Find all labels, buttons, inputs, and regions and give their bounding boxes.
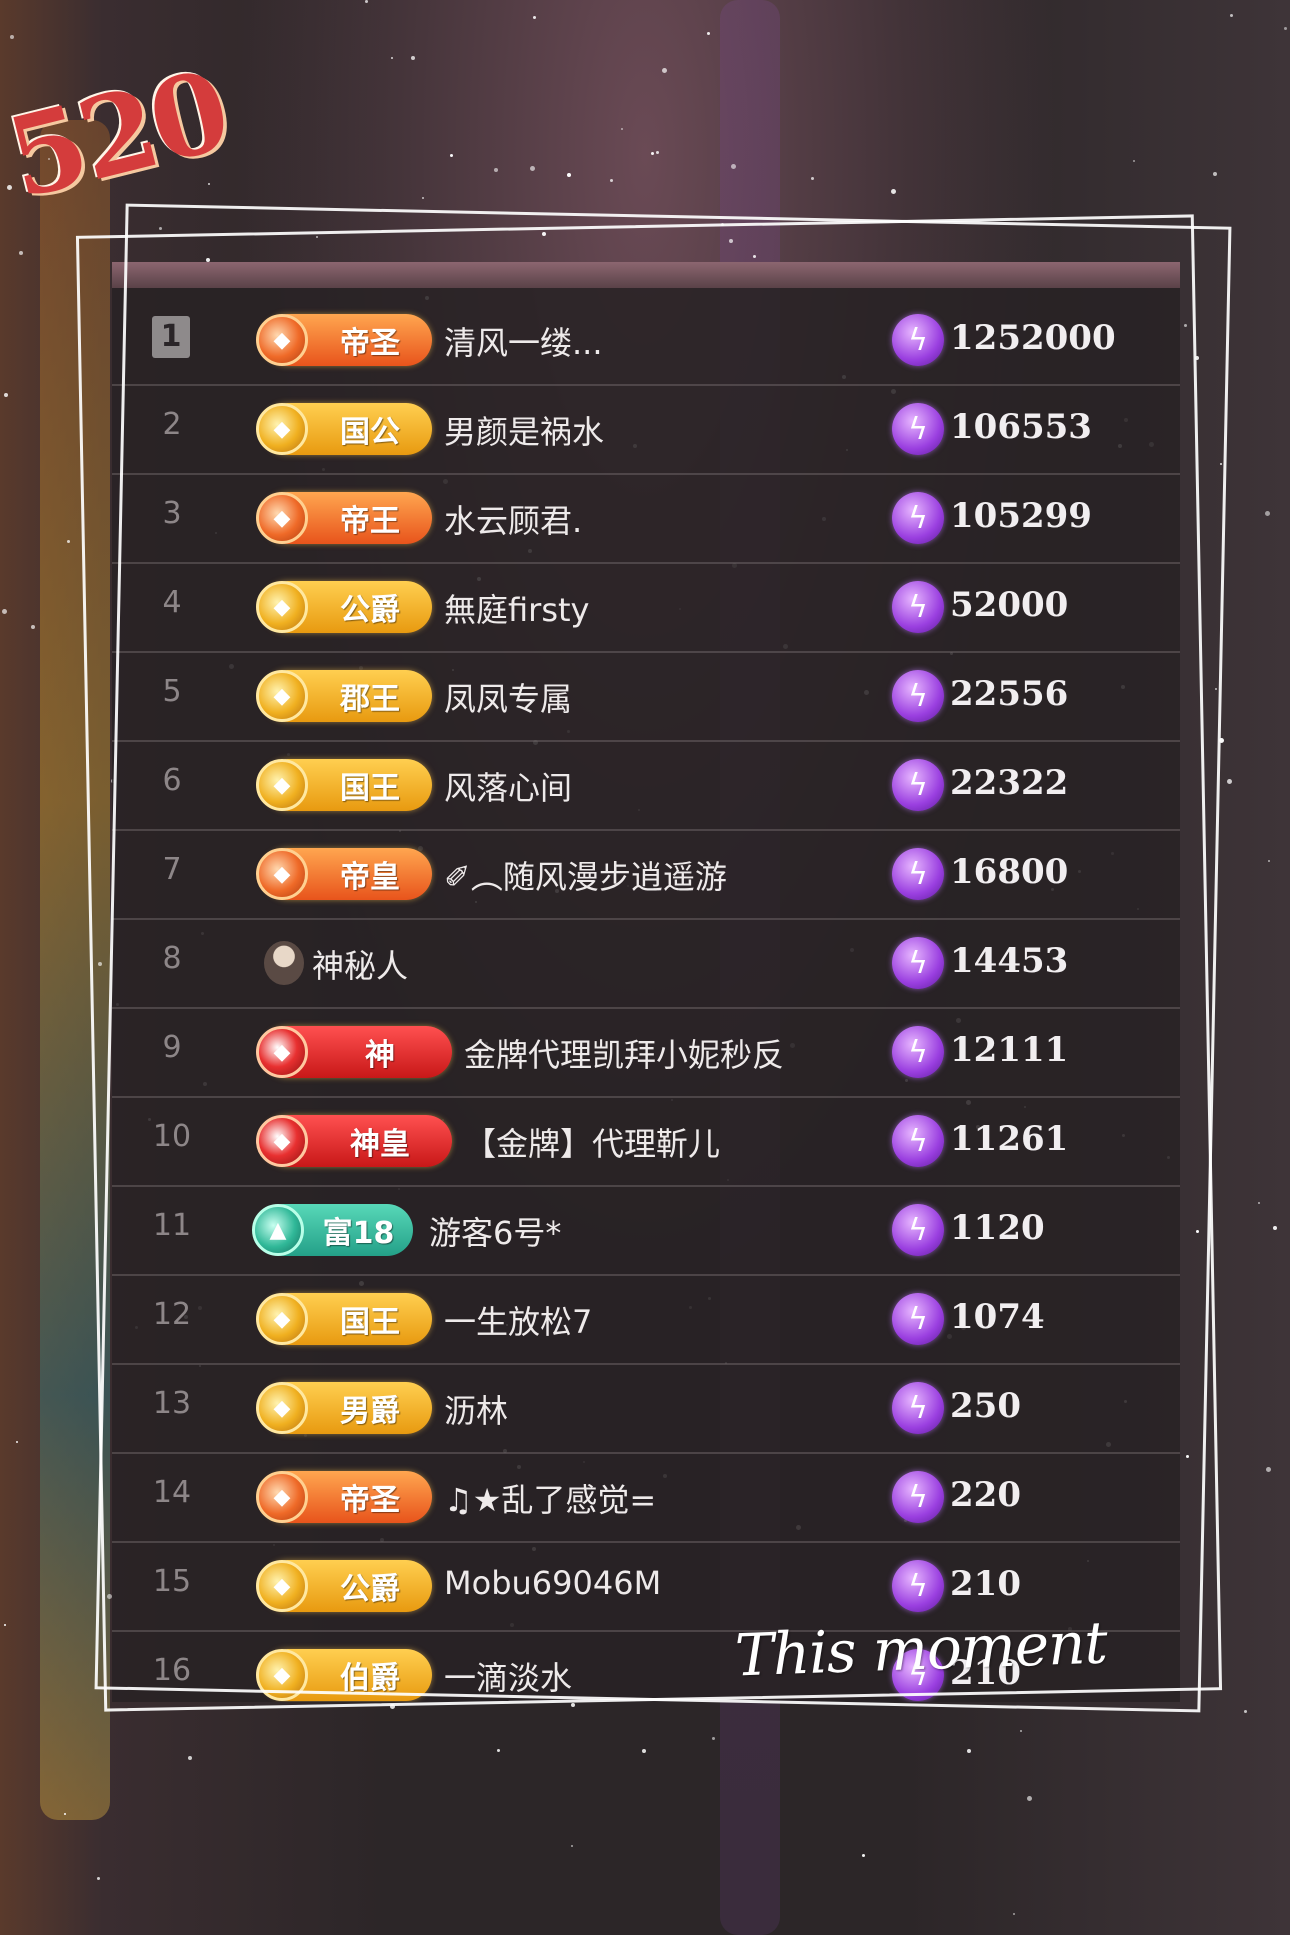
star-dot: [966, 1749, 971, 1754]
star-dot: [1012, 1913, 1015, 1916]
star-dot: [390, 56, 393, 59]
star-dot: [207, 182, 210, 185]
star-dot: [1226, 779, 1232, 785]
star-dot: [661, 67, 667, 73]
star-dot: [496, 1748, 500, 1752]
star-dot: [609, 178, 613, 182]
star-dot: [1229, 13, 1233, 17]
star-dot: [3, 393, 8, 398]
caption-text: This moment: [733, 1608, 1108, 1690]
star-dot: [706, 32, 710, 36]
star-dot: [421, 196, 424, 199]
star-dot: [1264, 510, 1270, 516]
star-dot: [810, 176, 814, 180]
star-dot: [571, 1844, 574, 1847]
star-dot: [1243, 1709, 1247, 1713]
star-dot: [567, 172, 572, 177]
star-dot: [6, 184, 12, 190]
star-dot: [66, 539, 70, 543]
star-dot: [641, 1749, 646, 1754]
photo-frame-inner: [75, 214, 1223, 1712]
star-dot: [9, 35, 14, 40]
star-dot: [18, 250, 23, 255]
star-dot: [450, 153, 454, 157]
star-dot: [890, 189, 896, 195]
star-dot: [1020, 1729, 1023, 1732]
star-dot: [1133, 159, 1136, 162]
star-dot: [1267, 860, 1270, 863]
star-dot: [651, 151, 655, 155]
star-dot: [1273, 1225, 1278, 1230]
star-dot: [30, 624, 35, 629]
